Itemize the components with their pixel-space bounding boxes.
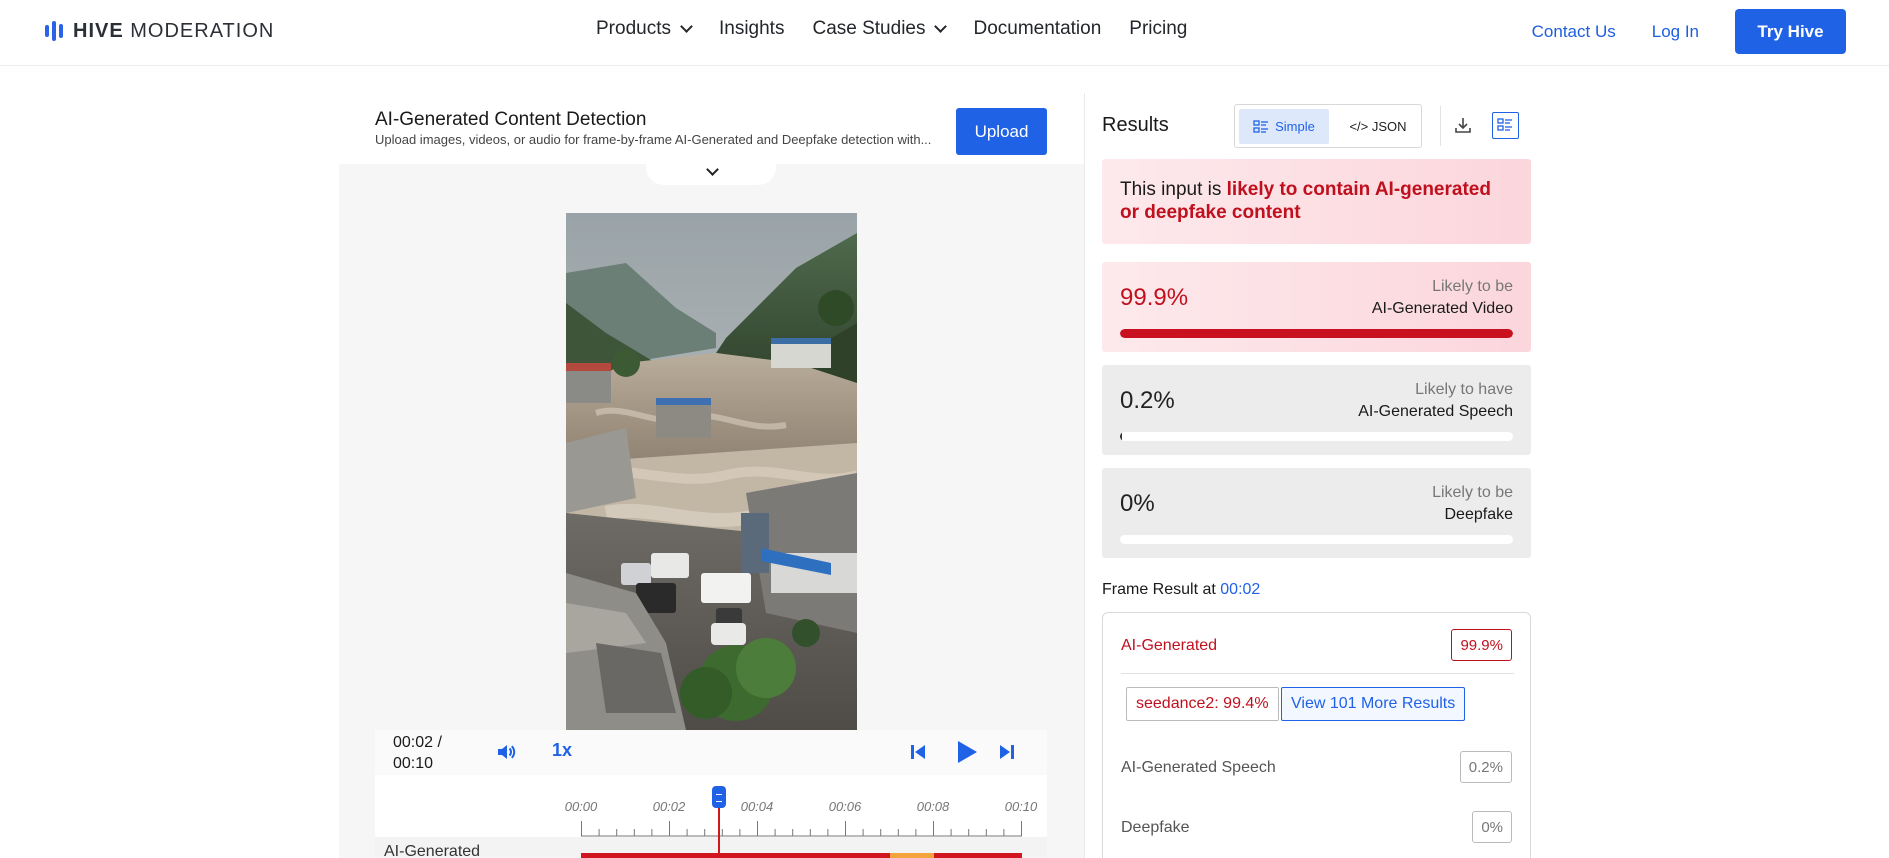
log-in-link[interactable]: Log In [1652,22,1699,42]
score-value: 0.2% [1120,387,1175,414]
timeline-tick-label: 00:00 [564,799,598,814]
list-view-icon [1253,119,1269,133]
timeline-tick-label: 00:02 [652,799,686,814]
score-progress-bar [1120,329,1513,338]
timeline-tick-label: 00:10 [1004,799,1038,814]
brand-name: HIVE MODERATION [73,19,275,42]
video-preview[interactable] [566,213,857,730]
score-card-deepfake: 0% Likely to be Deepfake [1102,468,1531,558]
chevron-down-icon [680,20,693,33]
score-value: 99.9% [1120,284,1189,311]
nav-insights[interactable]: Insights [719,18,784,40]
view-json-button[interactable]: </> JSON [1339,109,1417,144]
playhead-line [718,808,720,858]
timeline[interactable]: 00:00 00:02 00:04 00:06 00:08 00:10 AI-G… [375,775,1047,858]
try-hive-button[interactable]: Try Hive [1735,9,1846,54]
timeline-tick-label: 00:08 [916,799,950,814]
score-category: AI-Generated Video [1371,300,1513,317]
view-more-results-button[interactable]: View 101 More Results [1281,687,1466,721]
detector-header: AI-Generated Content Detection Upload im… [339,93,1084,164]
frame-speech-label: AI-Generated Speech [1121,759,1276,776]
top-nav: HIVE MODERATION Products Insights Case S… [0,0,1889,66]
nav-case-studies[interactable]: Case Studies [812,18,948,40]
frame-result-card: AI-Generated 99.9% seedance2: 99.4% View… [1102,612,1531,858]
player-controls: 00:02 / 00:10 1x [375,730,1047,775]
nav-documentation[interactable]: Documentation [973,18,1101,40]
track-segment [933,853,1022,858]
hive-logo[interactable]: HIVE MODERATION [45,20,274,42]
nav-pricing[interactable]: Pricing [1129,18,1187,40]
toolbar-divider [1440,106,1441,146]
score-progress-bar [1120,432,1513,441]
score-progress-bar [1120,535,1513,544]
nav-products[interactable]: Products [596,18,693,40]
chevron-down-icon [934,20,948,33]
nav-links: Products Insights Case Studies Documenta… [596,18,1215,40]
timeline-ruler [581,821,1022,837]
score-category: Deepfake [1444,506,1514,523]
skip-forward-icon[interactable] [998,743,1016,766]
view-toggle: Simple </> JSON [1234,104,1422,148]
score-caption: Likely to be [1432,484,1513,501]
collapse-toggle[interactable] [646,163,776,185]
ai-generated-track: AI-Generated [375,837,1047,858]
verdict-banner: This input is likely to contain AI-gener… [1102,159,1531,244]
skip-back-icon[interactable] [909,743,927,766]
frame-ai-generated-label: AI-Generated [1121,637,1218,654]
panel-divider [1084,93,1085,858]
score-card-ai-video: 99.9% Likely to be AI-Generated Video [1102,262,1531,352]
score-card-ai-speech: 0.2% Likely to have AI-Generated Speech [1102,365,1531,455]
timeline-tick-label: 00:04 [740,799,774,814]
results-title: Results [1102,114,1169,136]
frame-timestamp[interactable]: 00:02 [1220,581,1260,598]
chevron-down-icon [706,163,719,176]
timeline-tick-label: 00:06 [828,799,862,814]
ai-generated-track-bar [581,853,1022,858]
divider [1121,673,1514,674]
score-caption: Likely to be [1432,278,1513,295]
score-category: AI-Generated Speech [1358,403,1513,420]
track-segment [581,853,890,858]
nav-actions: Contact Us Log In Try Hive [1532,9,1846,54]
frame-speech-value: 0.2% [1459,751,1512,783]
upload-button[interactable]: Upload [956,108,1047,155]
time-display: 00:02 / 00:10 [393,734,442,772]
play-icon[interactable] [953,739,979,770]
details-view-icon[interactable] [1492,112,1519,139]
frame-deepfake-label: Deepfake [1121,819,1190,836]
score-value: 0% [1120,490,1155,517]
hive-logo-icon [45,20,63,42]
frame-deepfake-value: 0% [1472,811,1512,843]
track-label: AI-Generated [384,843,481,858]
frame-ai-generated-value: 99.9% [1451,629,1512,661]
model-result-chip: seedance2: 99.4% [1126,687,1279,721]
volume-icon[interactable] [496,742,516,767]
playback-speed[interactable]: 1x [552,740,572,761]
detector-subtitle: Upload images, videos, or audio for fram… [375,132,932,147]
video-frame-image [566,213,857,730]
download-icon[interactable] [1454,116,1472,139]
track-segment [889,853,934,858]
score-caption: Likely to have [1415,381,1513,398]
frame-result-heading: Frame Result at 00:02 [1102,581,1261,598]
detector-title: AI-Generated Content Detection [375,109,647,130]
contact-us-link[interactable]: Contact Us [1532,22,1616,42]
playhead-handle[interactable] [712,786,726,808]
detector-panel: AI-Generated Content Detection Upload im… [339,93,1084,858]
view-simple-button[interactable]: Simple [1239,109,1329,144]
